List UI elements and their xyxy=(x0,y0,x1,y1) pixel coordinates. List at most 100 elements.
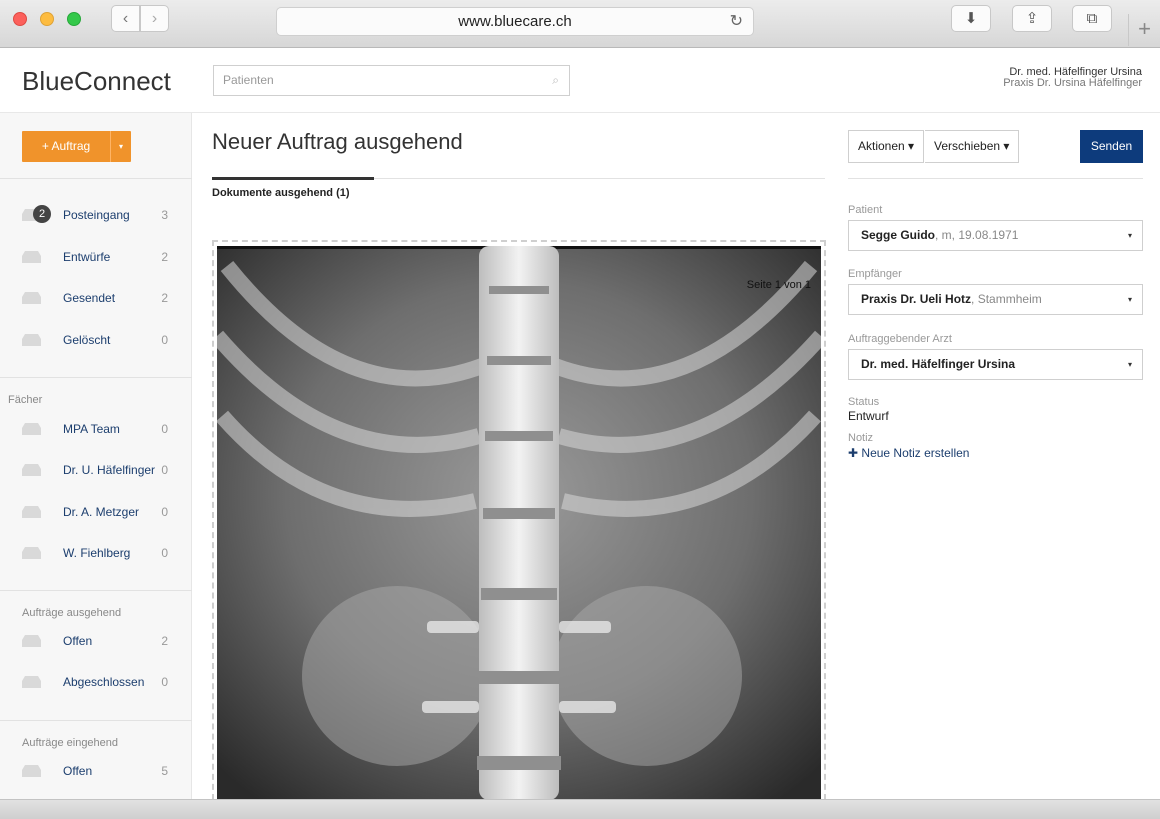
sidebar-item-label: W. Fiehlberg xyxy=(63,546,131,560)
inbox-icon xyxy=(22,334,41,346)
active-tab-indicator xyxy=(212,177,374,180)
patient-details: , m, 19.08.1971 xyxy=(935,228,1019,242)
plus-icon: + xyxy=(1138,16,1151,41)
unread-badge: 2 xyxy=(33,205,51,223)
chevron-down-icon: ▾ xyxy=(1127,360,1132,369)
minimize-window-button[interactable] xyxy=(40,12,54,26)
sidebar-item-metzger[interactable]: Dr. A. Metzger 0 xyxy=(22,502,172,522)
back-button[interactable]: ‹ xyxy=(111,5,140,32)
xray-image xyxy=(217,246,821,800)
new-note-link[interactable]: ✚ Neue Notiz erstellen xyxy=(848,446,969,460)
search-icon: ⌕ xyxy=(552,73,559,87)
sidebar-item-count: 0 xyxy=(161,333,168,347)
sidebar-item-label: Gelöscht xyxy=(63,333,111,347)
share-button[interactable]: ⇪ xyxy=(1012,5,1052,32)
new-order-button[interactable]: + Auftrag ▾ xyxy=(22,131,131,162)
patient-select[interactable]: Segge Guido, m, 19.08.1971 ▾ xyxy=(848,220,1143,251)
panel-divider xyxy=(848,178,1143,179)
sidebar-item-count: 0 xyxy=(161,505,168,519)
browser-status-bar xyxy=(0,799,1160,819)
sidebar-item-label: Offen xyxy=(63,764,93,778)
browser-toolbar: ‹ › www.bluecare.ch ↻ ⬇ ⇪ ⧉ + xyxy=(0,0,1160,48)
section-title-incoming: Aufträge eingehend xyxy=(22,737,119,749)
recipient-place: , Stammheim xyxy=(971,292,1042,306)
sidebar-item-label: Offen xyxy=(63,634,93,648)
page-title: Neuer Auftrag ausgehend xyxy=(212,129,463,154)
new-tab-button[interactable]: + xyxy=(1128,14,1160,46)
sidebar-item-count: 0 xyxy=(161,463,168,477)
inbox-icon xyxy=(22,765,41,777)
url-text: www.bluecare.ch xyxy=(458,13,572,30)
share-icon: ⇪ xyxy=(1025,10,1039,27)
search-placeholder: Patienten xyxy=(223,73,274,87)
sidebar-item-geloescht[interactable]: Gelöscht 0 xyxy=(22,330,172,350)
recipient-label: Empfänger xyxy=(848,268,902,280)
sidebar-item-fiehlberg[interactable]: W. Fiehlberg 0 xyxy=(22,543,172,563)
sidebar-item-mpa-team[interactable]: MPA Team 0 xyxy=(22,419,172,439)
inbox-icon xyxy=(22,251,41,263)
sidebar-item-count: 0 xyxy=(161,546,168,560)
status-label: Status xyxy=(848,396,880,408)
divider xyxy=(0,720,192,721)
move-dropdown[interactable]: Verschieben ▾ xyxy=(925,130,1020,163)
reload-icon[interactable]: ↻ xyxy=(730,8,743,35)
inbox-icon xyxy=(22,464,41,476)
divider xyxy=(0,377,192,378)
sidebar-item-haefelfinger[interactable]: Dr. U. Häfelfinger 0 xyxy=(22,460,172,480)
sidebar: + Auftrag ▾ 2 Posteingang 3 Entwürfe 2 G… xyxy=(0,113,192,799)
patient-search-input[interactable]: Patienten ⌕ xyxy=(213,65,570,96)
sidebar-item-label: Gesendet xyxy=(63,291,116,305)
patient-label: Patient xyxy=(848,204,883,216)
send-button[interactable]: Senden xyxy=(1080,130,1143,163)
chevron-down-icon: ▾ xyxy=(1127,231,1132,240)
app-logo[interactable]: BlueConnect xyxy=(22,66,171,97)
sidebar-item-gesendet[interactable]: Gesendet 2 xyxy=(22,288,172,308)
sidebar-item-count: 5 xyxy=(161,764,168,778)
inbox-icon xyxy=(22,423,41,435)
sidebar-item-label: Posteingang xyxy=(63,208,130,222)
forward-button[interactable]: › xyxy=(140,5,169,32)
new-order-label: + Auftrag xyxy=(41,139,91,153)
app-header: BlueConnect Patienten ⌕ Dr. med. Häfelfi… xyxy=(0,48,1160,113)
section-title-outgoing: Aufträge ausgehend xyxy=(22,607,122,619)
plus-icon: ✚ xyxy=(848,446,859,460)
inbox-icon xyxy=(22,676,41,688)
inbox-icon xyxy=(22,292,41,304)
tabs-icon: ⧉ xyxy=(1086,10,1098,27)
inbox-icon xyxy=(22,506,41,518)
user-practice: Praxis Dr. Ursina Häfelfinger xyxy=(1003,77,1142,89)
recipient-name: Praxis Dr. Ueli Hotz xyxy=(861,292,972,306)
sidebar-item-outgoing-closed[interactable]: Abgeschlossen 0 xyxy=(22,672,172,692)
sidebar-item-outgoing-open[interactable]: Offen 2 xyxy=(22,631,172,651)
note-label: Notiz xyxy=(848,432,874,444)
document-preview[interactable]: Seite 1 von 1 xyxy=(217,246,821,800)
maximize-window-button[interactable] xyxy=(67,12,81,26)
download-icon: ⬇ xyxy=(964,10,978,27)
chevron-down-icon[interactable]: ▾ xyxy=(110,131,131,162)
sidebar-item-label: Dr. U. Häfelfinger xyxy=(63,463,156,477)
chevron-right-icon: › xyxy=(151,10,158,27)
sidebar-item-posteingang[interactable]: 2 Posteingang 3 xyxy=(22,205,172,225)
recipient-select[interactable]: Praxis Dr. Ueli Hotz, Stammheim ▾ xyxy=(848,284,1143,315)
tab-documents-outgoing[interactable]: Dokumente ausgehend (1) xyxy=(212,187,350,199)
close-window-button[interactable] xyxy=(13,12,27,26)
user-info[interactable]: Dr. med. Häfelfinger Ursina Praxis Dr. U… xyxy=(1003,67,1142,89)
divider xyxy=(0,178,192,179)
sidebar-item-label: Entwürfe xyxy=(63,250,111,264)
tabs-button[interactable]: ⧉ xyxy=(1072,5,1112,32)
sidebar-item-label: Dr. A. Metzger xyxy=(63,505,140,519)
sidebar-item-entwuerfe[interactable]: Entwürfe 2 xyxy=(22,247,172,267)
doctor-select[interactable]: Dr. med. Häfelfinger Ursina ▾ xyxy=(848,349,1143,380)
download-button[interactable]: ⬇ xyxy=(951,5,991,32)
sidebar-item-count: 2 xyxy=(161,634,168,648)
patient-name: Segge Guido xyxy=(861,228,936,242)
sidebar-item-count: 2 xyxy=(161,250,168,264)
status-value: Entwurf xyxy=(848,409,889,423)
actions-dropdown[interactable]: Aktionen ▾ xyxy=(848,130,925,163)
address-bar[interactable]: www.bluecare.ch ↻ xyxy=(276,7,754,36)
chevron-left-icon: ‹ xyxy=(122,10,129,27)
sidebar-item-count: 0 xyxy=(161,422,168,436)
sidebar-item-count: 2 xyxy=(161,291,168,305)
sidebar-item-incoming-open[interactable]: Offen 5 xyxy=(22,761,172,781)
divider xyxy=(0,590,192,591)
